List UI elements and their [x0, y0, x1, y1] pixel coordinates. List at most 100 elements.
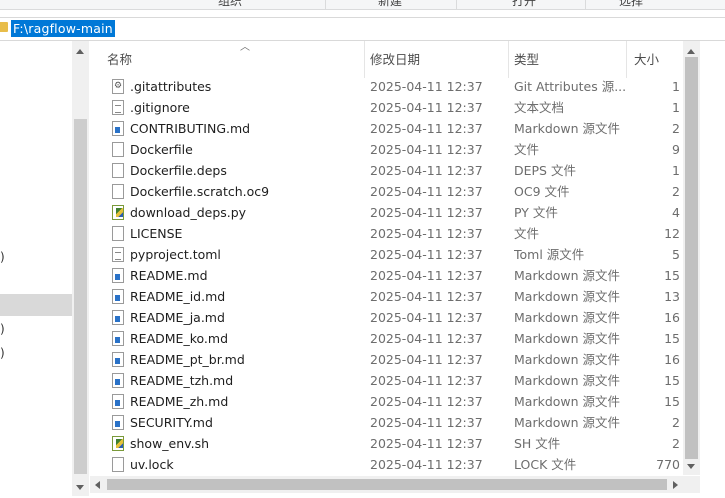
- column-header-name[interactable]: ︿ 名称: [100, 41, 365, 78]
- file-type: Markdown 源文件: [514, 373, 621, 388]
- markdown-file-icon: [112, 268, 124, 283]
- text-file-icon: [112, 100, 124, 115]
- nav-vertical-scrollbar[interactable]: [72, 41, 89, 496]
- gear-file-icon: [112, 76, 124, 97]
- file-name: Dockerfile.scratch.oc9: [130, 184, 270, 199]
- scroll-right-arrow-icon[interactable]: [673, 481, 678, 489]
- file-row[interactable]: Dockerfile.scratch.oc9 2025-04-11 12:37 OC…: [90, 181, 683, 202]
- file-modified-date: 2025-04-11 12:37: [370, 352, 483, 367]
- file-row[interactable]: CONTRIBUTING.md 2025-04-11 12:37 Markdown …: [90, 118, 683, 139]
- nav-item[interactable]: :): [0, 342, 72, 364]
- file-type: PY 文件: [514, 205, 558, 220]
- scroll-down-arrow-icon[interactable]: [76, 485, 84, 490]
- file-row[interactable]: show_env.sh 2025-04-11 12:37 SH 文件 2: [90, 433, 683, 454]
- blank-file-icon: [112, 226, 124, 241]
- file-list-vertical-scrollbar[interactable]: [683, 41, 700, 475]
- ribbon-group-new: 新建: [326, 0, 457, 9]
- column-header-size[interactable]: 大小: [627, 41, 683, 78]
- nav-item[interactable]: :): [0, 246, 72, 268]
- file-name: Dockerfile.deps: [130, 163, 227, 178]
- file-modified-date: 2025-04-11 12:37: [370, 121, 483, 136]
- file-type: Markdown 源文件: [514, 352, 621, 367]
- file-type: SH 文件: [514, 436, 561, 451]
- file-size: 15: [664, 373, 680, 388]
- file-name: README_pt_br.md: [130, 352, 245, 367]
- scrollbar-thumb[interactable]: [685, 57, 698, 459]
- file-modified-date: 2025-04-11 12:37: [370, 247, 483, 262]
- file-type: Markdown 源文件: [514, 268, 621, 283]
- file-row[interactable]: README_pt_br.md 2025-04-11 12:37 Markdown …: [90, 349, 683, 370]
- ribbon-group-label: 新建: [378, 0, 403, 8]
- file-list-horizontal-scrollbar[interactable]: [90, 476, 683, 493]
- scrollbar-thumb[interactable]: [74, 119, 87, 474]
- file-size: 13: [664, 289, 680, 304]
- file-row[interactable]: .gitattributes 2025-04-11 12:37 Git Attrib…: [90, 76, 683, 97]
- file-row[interactable]: SECURITY.md 2025-04-11 12:37 Markdown 源文件 2: [90, 412, 683, 433]
- file-modified-date: 2025-04-11 12:37: [370, 268, 483, 283]
- file-row[interactable]: README_ja.md 2025-04-11 12:37 Markdown 源文件…: [90, 307, 683, 328]
- file-row[interactable]: README_tzh.md 2025-04-11 12:37 Markdown 源文…: [90, 370, 683, 391]
- markdown-file-icon: [112, 352, 124, 367]
- file-row[interactable]: download_deps.py 2025-04-11 12:37 PY 文件 4: [90, 202, 683, 223]
- ribbon-group-open: 打开: [457, 0, 586, 9]
- scrollbar-thumb[interactable]: [107, 479, 667, 490]
- file-type: Markdown 源文件: [514, 331, 621, 346]
- column-header-row: ︿ 名称 修改日期 类型 大小: [90, 41, 683, 78]
- file-modified-date: 2025-04-11 12:37: [370, 100, 483, 115]
- file-row[interactable]: Dockerfile.deps 2025-04-11 12:37 DEPS 文件 1: [90, 160, 683, 181]
- file-row[interactable]: LICENSE 2025-04-11 12:37 文件 12: [90, 223, 683, 244]
- file-size: 1: [672, 100, 680, 115]
- file-row[interactable]: README_ko.md 2025-04-11 12:37 Markdown 源文件…: [90, 328, 683, 349]
- python-file-icon: [112, 205, 124, 220]
- file-name: download_deps.py: [130, 205, 247, 220]
- nav-item-label: ): [0, 294, 1, 316]
- scroll-up-arrow-icon[interactable]: [76, 49, 84, 54]
- file-type: Markdown 源文件: [514, 394, 621, 409]
- file-name: README_zh.md: [130, 394, 229, 409]
- file-name: show_env.sh: [130, 436, 210, 451]
- scroll-down-arrow-icon[interactable]: [687, 464, 695, 469]
- address-path-input[interactable]: F:\ragflow-main: [11, 20, 115, 37]
- markdown-file-icon: [112, 121, 124, 136]
- file-row[interactable]: Dockerfile 2025-04-11 12:37 文件 9: [90, 139, 683, 160]
- file-type: 文件: [514, 226, 540, 241]
- file-type: 文件: [514, 142, 540, 157]
- navigation-pane: :) ) :) :): [0, 41, 72, 498]
- markdown-file-icon: [112, 331, 124, 346]
- blank-file-icon: [112, 457, 124, 472]
- nav-item[interactable]: :): [0, 318, 72, 340]
- file-modified-date: 2025-04-11 12:37: [370, 142, 483, 157]
- folder-icon: [0, 22, 8, 32]
- nav-item-label: :): [0, 346, 5, 360]
- file-row[interactable]: uv.lock 2025-04-11 12:37 LOCK 文件 770: [90, 454, 683, 475]
- file-modified-date: 2025-04-11 12:37: [370, 289, 483, 304]
- file-row[interactable]: README_id.md 2025-04-11 12:37 Markdown 源文件…: [90, 286, 683, 307]
- file-name: README_tzh.md: [130, 373, 234, 388]
- markdown-file-icon: [112, 373, 124, 388]
- file-modified-date: 2025-04-11 12:37: [370, 226, 483, 241]
- file-modified-date: 2025-04-11 12:37: [370, 79, 483, 94]
- file-row[interactable]: .gitignore 2025-04-11 12:37 文本文档 1: [90, 97, 683, 118]
- file-size: 16: [664, 310, 680, 325]
- column-header-date[interactable]: 修改日期: [363, 41, 509, 78]
- file-size: 16: [664, 352, 680, 367]
- file-row[interactable]: README.md 2025-04-11 12:37 Markdown 源文件 15: [90, 265, 683, 286]
- column-header-type[interactable]: 类型: [507, 41, 627, 78]
- file-modified-date: 2025-04-11 12:37: [370, 184, 483, 199]
- address-bar[interactable]: F:\ragflow-main: [0, 17, 725, 41]
- file-size: 15: [664, 394, 680, 409]
- text-file-icon: [112, 247, 124, 262]
- scroll-left-arrow-icon[interactable]: [95, 481, 100, 489]
- file-modified-date: 2025-04-11 12:37: [370, 163, 483, 178]
- file-row[interactable]: README_zh.md 2025-04-11 12:37 Markdown 源文件…: [90, 391, 683, 412]
- script-file-icon: [112, 436, 124, 451]
- file-type: Markdown 源文件: [514, 289, 621, 304]
- file-name: .gitignore: [130, 100, 190, 115]
- file-size: 15: [664, 268, 680, 283]
- scroll-up-arrow-icon[interactable]: [687, 49, 695, 54]
- file-list: ︿ 名称 修改日期 类型 大小 .gitattributes 2025-04-11…: [90, 41, 683, 475]
- file-row[interactable]: pyproject.toml 2025-04-11 12:37 Toml 源文件 5: [90, 244, 683, 265]
- markdown-file-icon: [112, 415, 124, 430]
- nav-item-selected[interactable]: ): [0, 294, 72, 316]
- ribbon-group-label: 选择: [619, 0, 644, 8]
